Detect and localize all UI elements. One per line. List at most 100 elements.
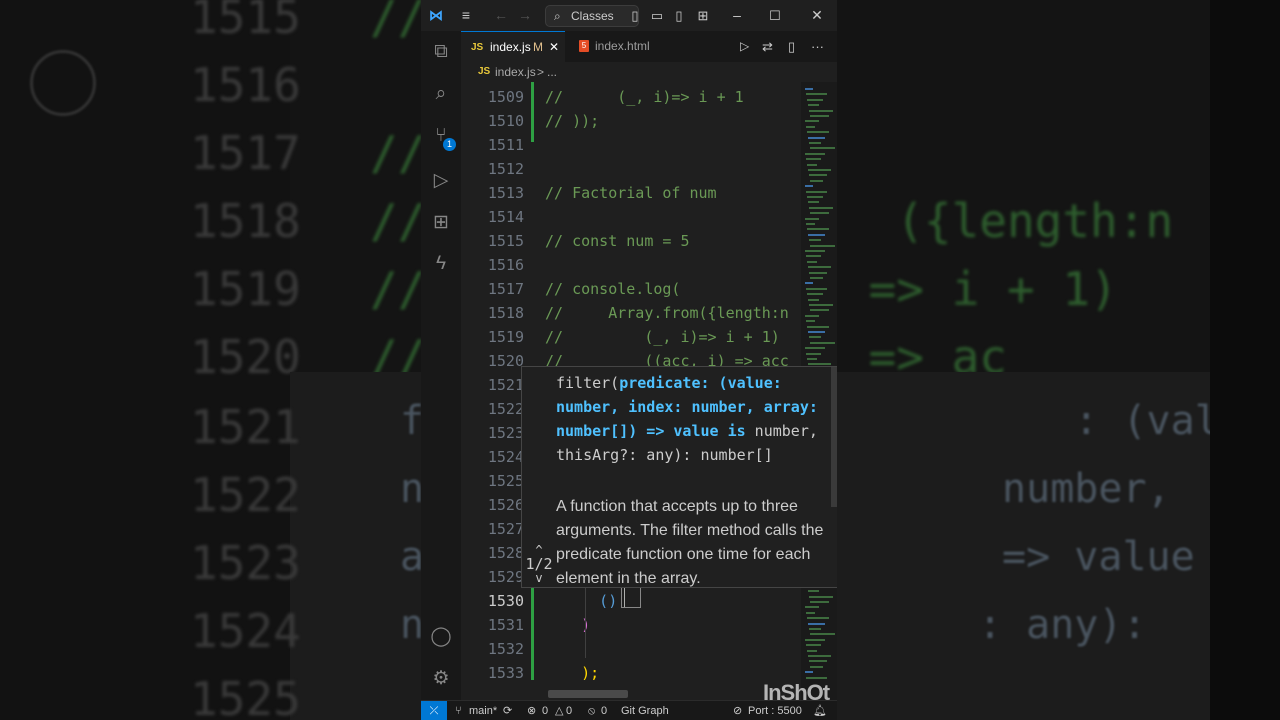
minimap-line (810, 212, 829, 215)
breadcrumb: JS index.js > ... (461, 62, 837, 82)
minimap-line (806, 352, 821, 355)
line-number: 1524 (487, 448, 524, 466)
minimap-line (808, 266, 831, 269)
minimize-icon[interactable]: – (727, 0, 747, 31)
code-editor[interactable]: 1509 1510 1511 1512 1513 1514 1515 1516 1517 1518… (461, 82, 837, 700)
tab-label: index.html (595, 39, 650, 53)
bg-line-number: 1524 (190, 604, 301, 658)
minimap-line (809, 336, 821, 339)
tab-index-js[interactable]: JS index.js M ✕ (461, 31, 565, 63)
minimap-line (806, 158, 821, 161)
menu-icon[interactable]: ≡ (455, 0, 477, 31)
bg-right-panel (1210, 0, 1280, 720)
close-tab-icon[interactable]: ✕ (549, 32, 559, 63)
code-line[interactable]: // (_, i)=> i + 1) (545, 325, 780, 349)
toggle-panel-icon[interactable]: ▭ (649, 0, 665, 31)
code-line[interactable]: ); (545, 661, 599, 685)
chevron-up-icon[interactable]: ^ (524, 544, 554, 556)
chevron-down-icon[interactable]: v (524, 572, 554, 584)
code-line[interactable]: // const num = 5 (545, 229, 690, 253)
minimap-line (806, 611, 815, 614)
bg-line-number: 1515 (190, 0, 301, 44)
git-graph-button[interactable]: Git Graph (621, 701, 669, 720)
remote-indicator-icon[interactable]: ⤫ (421, 701, 447, 720)
bg-code: // (370, 126, 426, 180)
toggle-primary-sidebar-icon[interactable]: ▯ (627, 0, 643, 31)
maximize-icon[interactable]: ☐ (765, 0, 785, 31)
minimap-line (808, 331, 825, 333)
minimap-line (810, 309, 829, 312)
minimap-line (807, 358, 817, 360)
title-bar: ⋈ ≡ ← → ⌕ Classes ▯ ▭ ▯ ⊞ – ☐ ✕ (421, 0, 837, 32)
branch-icon: ⑂ (455, 705, 462, 717)
port-icon: ⊘ (733, 705, 743, 717)
minimap-line (807, 228, 829, 231)
warning-count[interactable]: 0 (566, 701, 572, 720)
line-number: 1519 (487, 328, 524, 346)
minimap-line (806, 320, 815, 323)
minimap-line (805, 347, 825, 350)
ports-icon: ⦸ (588, 705, 596, 717)
editor-tabs: JS index.js M ✕ 5 index.html ▷ ⇄ ▯ ··· (461, 31, 837, 63)
run-code-icon[interactable]: ▷ (740, 31, 749, 62)
search-icon[interactable]: ⌕ (421, 83, 461, 105)
customize-layout-icon[interactable]: ⊞ (695, 0, 711, 31)
close-window-icon[interactable]: ✕ (805, 0, 829, 31)
minimap-line (810, 147, 835, 150)
compare-changes-icon[interactable]: ⇄ (762, 31, 773, 62)
code-line[interactable]: ) (545, 613, 590, 637)
minimap-line (805, 88, 813, 90)
activity-bar: ⧉ ⌕ ⑂ ▷ ⊞ ϟ ◯ ⚙ (421, 31, 462, 700)
settings-gear-icon[interactable]: ⚙ (421, 667, 461, 690)
signature-pager[interactable]: ^ 1/2 v (524, 544, 554, 584)
minimap-line (809, 206, 833, 209)
code-line[interactable]: // Factorial of num (545, 181, 717, 205)
minimap-line (805, 638, 825, 641)
ports-count[interactable]: 0 (601, 701, 607, 720)
line-number: 1510 (487, 112, 524, 130)
minimap-line (806, 644, 821, 647)
minimap-line (809, 142, 821, 144)
code-line[interactable]: // Array.from({length:n (545, 301, 789, 325)
minimap-line (807, 649, 817, 652)
toggle-secondary-sidebar-icon[interactable]: ▯ (671, 0, 687, 31)
code-line[interactable]: // )); (545, 109, 599, 133)
run-debug-icon[interactable]: ▷ (421, 169, 461, 192)
line-number: 1509 (487, 88, 524, 106)
minimap-line (809, 628, 821, 630)
minimap-line (807, 260, 817, 263)
back-arrow-icon[interactable]: ← (491, 0, 511, 31)
bg-code: // (370, 0, 426, 44)
minimap-line (807, 131, 829, 134)
error-count[interactable]: 0 (542, 701, 548, 720)
warning-icon: △ (555, 705, 564, 717)
forward-arrow-icon[interactable]: → (515, 0, 535, 31)
live-share-icon[interactable]: ϟ (421, 253, 461, 275)
minimap-line (806, 223, 815, 225)
tab-index-html[interactable]: 5 index.html (565, 31, 675, 62)
code-line[interactable]: () (545, 589, 617, 613)
extensions-icon[interactable]: ⊞ (421, 211, 461, 234)
breadcrumb-file[interactable]: index.js (495, 62, 536, 82)
popup-scrollbar[interactable] (831, 367, 837, 507)
minimap-line (806, 93, 827, 96)
line-number: 1532 (487, 640, 524, 658)
more-actions-icon[interactable]: ··· (811, 31, 824, 62)
breadcrumb-rest[interactable]: ... (547, 62, 557, 82)
line-number: 1527 (487, 520, 524, 538)
minimap-line (809, 109, 833, 112)
branch-name[interactable]: main* (469, 701, 497, 720)
sync-icon[interactable]: ⟳ (503, 701, 512, 720)
vscode-logo-icon: ⋈ (429, 7, 443, 23)
explorer-icon[interactable]: ⧉ (421, 41, 461, 63)
horizontal-scrollbar[interactable] (548, 690, 628, 698)
command-center-search[interactable]: ⌕ Classes (545, 5, 639, 27)
code-line[interactable]: // (_, i)=> i + 1 (545, 85, 744, 109)
code-line[interactable]: // console.log( (545, 277, 680, 301)
minimap-line (806, 287, 827, 290)
minimap-line (808, 298, 819, 301)
split-editor-icon[interactable]: ▯ (788, 31, 795, 62)
account-icon[interactable]: ◯ (421, 625, 461, 648)
line-number: 1526 (487, 496, 524, 514)
minimap-line (809, 595, 833, 598)
